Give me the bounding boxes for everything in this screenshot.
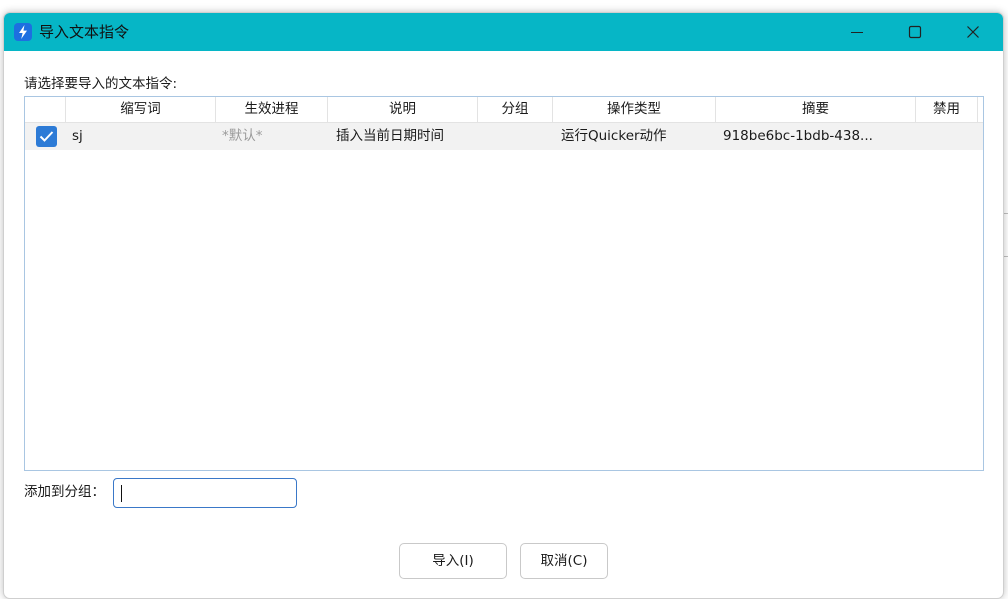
command-list[interactable]: 缩写词 生效进程 说明 分组 操作类型 摘要 禁用 sj *默认* 插入当前日期… xyxy=(24,96,984,471)
maximize-icon xyxy=(908,25,922,39)
column-header-group[interactable]: 分组 xyxy=(478,97,553,122)
list-header: 缩写词 生效进程 说明 分组 操作类型 摘要 禁用 xyxy=(25,97,983,123)
maximize-button[interactable] xyxy=(886,13,944,51)
window-title: 导入文本指令 xyxy=(39,23,130,41)
column-header-summary[interactable]: 摘要 xyxy=(716,97,916,122)
cell-abbr: sj xyxy=(72,128,83,144)
close-icon xyxy=(967,26,979,38)
title-bar[interactable]: 导入文本指令 xyxy=(4,13,1003,51)
cancel-button[interactable]: 取消(C) xyxy=(520,543,608,579)
check-icon xyxy=(39,131,54,142)
row-checkbox[interactable] xyxy=(36,126,57,147)
column-header-select[interactable] xyxy=(25,97,66,122)
group-input[interactable] xyxy=(113,478,297,508)
column-header-action-type[interactable]: 操作类型 xyxy=(553,97,716,122)
table-row[interactable]: sj *默认* 插入当前日期时间 运行Quicker动作 918be6bc-1b… xyxy=(25,123,983,150)
cell-process: *默认* xyxy=(222,128,263,144)
import-dialog: 导入文本指令 请选择要导入的文本指令: 缩写词 生效进程 说明 分组 操作类型 xyxy=(3,12,1004,599)
add-to-group-label: 添加到分组： xyxy=(24,484,105,500)
column-header-abbr[interactable]: 缩写词 xyxy=(66,97,216,122)
close-button[interactable] xyxy=(944,13,1002,51)
column-header-disabled[interactable]: 禁用 xyxy=(916,97,978,122)
import-button[interactable]: 导入(I) xyxy=(399,543,507,579)
cell-description: 插入当前日期时间 xyxy=(336,128,444,144)
column-header-description[interactable]: 说明 xyxy=(328,97,478,122)
select-prompt: 请选择要导入的文本指令: xyxy=(24,76,178,92)
cell-group xyxy=(484,123,549,150)
cell-summary: 918be6bc-1bdb-438... xyxy=(723,128,873,144)
column-header-process[interactable]: 生效进程 xyxy=(216,97,328,122)
cell-disabled xyxy=(922,123,972,150)
minimize-icon xyxy=(851,31,863,34)
minimize-button[interactable] xyxy=(828,13,886,51)
text-caret xyxy=(121,485,122,502)
cell-action-type: 运行Quicker动作 xyxy=(561,128,667,144)
quicker-bolt-icon xyxy=(14,23,32,41)
